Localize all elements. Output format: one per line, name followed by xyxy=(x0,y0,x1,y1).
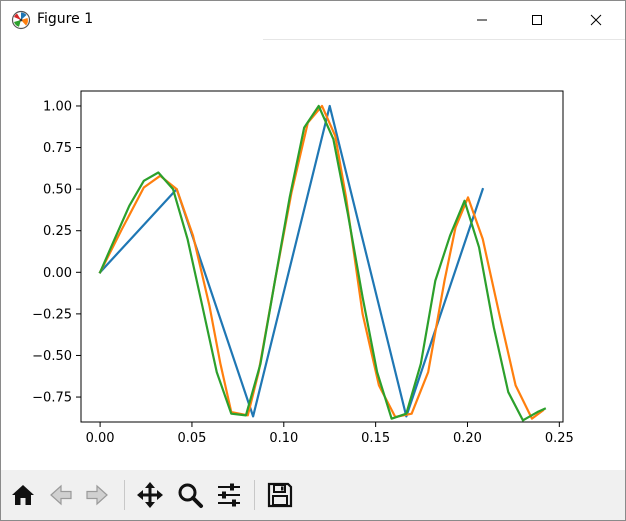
magnifier-icon xyxy=(178,483,203,508)
plot-layer xyxy=(98,104,547,422)
minimize-button[interactable] xyxy=(453,1,511,39)
save-button[interactable] xyxy=(264,479,296,511)
home-button[interactable] xyxy=(7,479,39,511)
series-line-3 xyxy=(98,104,547,422)
arrow-left-icon xyxy=(50,484,72,506)
arrow-right-icon xyxy=(86,484,108,506)
close-button[interactable] xyxy=(567,1,625,39)
toolbar-separator xyxy=(124,480,125,510)
series-line-2 xyxy=(98,104,545,420)
x-tick-label: 0.15 xyxy=(361,431,390,446)
y-tick-label: −0.25 xyxy=(32,307,72,322)
y-tick-label: 0.00 xyxy=(43,266,72,281)
figure-canvas[interactable]: 0.00 0.05 0.10 0.15 0.20 0.25 −0.75 −0.50 −0.25 0… xyxy=(1,40,625,470)
x-tick-label: 0.00 xyxy=(86,431,115,446)
home-icon xyxy=(12,485,34,505)
back-button[interactable] xyxy=(45,479,77,511)
line-chart[interactable]: 0.00 0.05 0.10 0.15 0.20 0.25 −0.75 −0.50 −0.25 0… xyxy=(1,40,625,470)
maximize-icon xyxy=(532,15,542,25)
y-tick-label: 0.75 xyxy=(43,141,72,156)
sliders-icon xyxy=(218,483,240,507)
y-tick-label: 1.00 xyxy=(43,99,72,114)
x-tick-label: 0.05 xyxy=(177,431,206,446)
zoom-button[interactable] xyxy=(174,479,206,511)
x-tick-label: 0.20 xyxy=(453,431,482,446)
y-tick-label: −0.75 xyxy=(32,391,72,406)
move-icon xyxy=(137,482,163,508)
figure-window: Figure 1 0.00 0.05 0.10 0.15 0.20 0.25 −0.75 −0… xyxy=(0,0,626,521)
maximize-button[interactable] xyxy=(508,1,566,39)
close-icon xyxy=(590,14,602,26)
x-tick-label: 0.10 xyxy=(269,431,298,446)
forward-button[interactable] xyxy=(81,479,113,511)
navigation-toolbar xyxy=(1,470,625,520)
y-tick-label: 0.50 xyxy=(43,183,72,198)
minimize-icon xyxy=(477,19,487,21)
toolbar-separator xyxy=(254,480,255,510)
y-tick-label: 0.25 xyxy=(43,224,72,239)
x-tick-label: 0.25 xyxy=(545,431,574,446)
configure-subplots-button[interactable] xyxy=(213,479,245,511)
matplotlib-logo-icon xyxy=(11,10,31,30)
title-bar[interactable]: Figure 1 xyxy=(1,1,625,39)
window-title: Figure 1 xyxy=(37,11,94,27)
y-tick-label: −0.50 xyxy=(32,349,72,364)
pan-button[interactable] xyxy=(134,479,166,511)
floppy-disk-icon xyxy=(267,482,293,508)
series-line-1 xyxy=(98,104,485,418)
